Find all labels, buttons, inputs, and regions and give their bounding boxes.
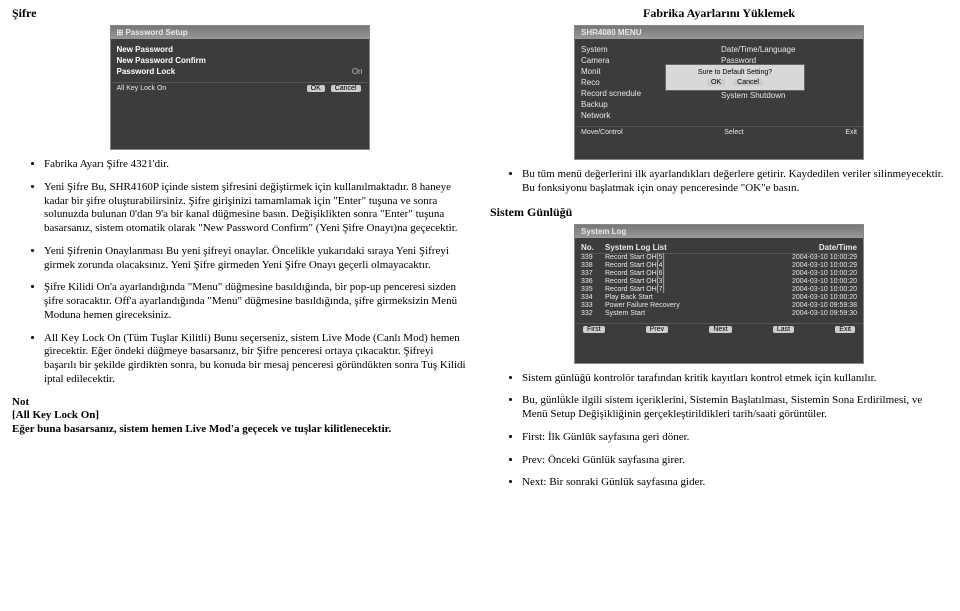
note-label: Not [12, 396, 467, 410]
system-log-screenshot: System Log No. System Log List Date/Time… [574, 224, 864, 364]
list-item: Prev: Önceki Günlük sayfasına girer. [522, 454, 948, 468]
pw-row-label: New Password [117, 45, 173, 54]
window-icon: ⊞ [117, 28, 124, 37]
shr-menu-screenshot: SHR4080 MENU System Camera Monit Reco Re… [574, 25, 864, 160]
list-item: Bu, günlükle ilgili sistem içeriklerini,… [522, 394, 948, 422]
left-bullet-list: Fabrika Ayarı Şifre 4321'dir. Yeni Şifre… [12, 158, 467, 387]
table-row: 333Power Failure Recovery2004-03-10 09:5… [581, 302, 857, 310]
exit-button[interactable]: Exit [835, 326, 855, 333]
list-item: Bu tüm menü değerlerini ilk ayarlandıkla… [522, 168, 948, 196]
pw-row-label: New Password Confirm [117, 56, 206, 65]
list-item: Next: Bir sonraki Günlük sayfasına gider… [522, 476, 948, 490]
menu-item[interactable]: System Shutdown [721, 90, 857, 101]
col-header-list: System Log List [605, 243, 757, 252]
window-title: System Log [575, 225, 863, 238]
menu-item[interactable]: Network [581, 110, 717, 121]
col-header-date: Date/Time [757, 243, 857, 252]
first-button[interactable]: First [583, 326, 605, 333]
list-item: Fabrika Ayarı Şifre 4321'dir. [44, 158, 467, 172]
note-line: Eğer buna basarsanız, sistem hemen Live … [12, 423, 467, 437]
left-heading: Şifre [12, 6, 467, 21]
table-row: 339Record Start OH[5]2004-03-10 10:00:29 [581, 254, 857, 262]
prev-button[interactable]: Prev [646, 326, 668, 333]
list-item: Yeni Şifrenin Onaylanması Bu yeni şifrey… [44, 245, 467, 273]
list-item: All Key Lock On (Tüm Tuşlar Kilitli) Bun… [44, 332, 467, 387]
cancel-button[interactable]: Cancel [733, 79, 763, 86]
table-row: 336Record Start OH[3]2004-03-10 10:00:20 [581, 278, 857, 286]
pw-row-value[interactable]: On [352, 67, 363, 76]
table-row: 332System Start2004-03-10 09:59:30 [581, 310, 857, 318]
menu-item[interactable]: System [581, 44, 717, 55]
list-item: Yeni Şifre Bu, SHR4160P içinde sistem şi… [44, 181, 467, 236]
all-key-lock-button[interactable]: All Key Lock On [117, 85, 167, 92]
ok-button[interactable]: OK [707, 79, 725, 86]
nav-hint: Select [724, 129, 743, 136]
table-row: 338Record Start OH[4]2004-03-10 10:00:29 [581, 262, 857, 270]
col-header-no: No. [581, 243, 605, 252]
window-title: SHR4080 MENU [575, 26, 863, 39]
nav-hint: Move/Control [581, 129, 623, 136]
password-setup-screenshot: ⊞ Password Setup New Password New Passwo… [110, 25, 370, 150]
syslog-heading: Sistem Günlüğü [490, 205, 948, 220]
right-bullet-list-bottom: Sistem günlüğü kontrolör tarafından krit… [490, 372, 948, 491]
last-button[interactable]: Last [773, 326, 794, 333]
table-row: 337Record Start OH[6]2004-03-10 10:00:20 [581, 270, 857, 278]
window-title: Password Setup [125, 28, 187, 37]
table-row: 334Play Back Start2004-03-10 10:00:20 [581, 294, 857, 302]
note-line: [All Key Lock On] [12, 409, 467, 423]
nav-hint: Exit [845, 129, 857, 136]
dialog-text: Sure to Default Setting? [670, 69, 800, 76]
menu-item[interactable]: Backup [581, 99, 717, 110]
list-item: First: İlk Günlük sayfasına geri döner. [522, 431, 948, 445]
next-button[interactable]: Next [709, 326, 731, 333]
ok-button[interactable]: OK [307, 85, 325, 92]
list-item: Sistem günlüğü kontrolör tarafından krit… [522, 372, 948, 386]
list-item: Şifre Kilidi On'a ayarlandığında "Menu" … [44, 281, 467, 322]
confirm-dialog: Sure to Default Setting? OK Cancel [665, 64, 805, 91]
right-bullet-list-top: Bu tüm menü değerlerini ilk ayarlandıkla… [490, 168, 948, 196]
table-row: 335Record Start OH[7]2004-03-10 10:00:20 [581, 286, 857, 294]
cancel-button[interactable]: Cancel [331, 85, 361, 92]
pw-row-label: Password Lock [117, 67, 176, 76]
right-heading: Fabrika Ayarlarını Yüklemek [490, 6, 948, 21]
menu-item[interactable]: Date/Time/Language [721, 44, 857, 55]
